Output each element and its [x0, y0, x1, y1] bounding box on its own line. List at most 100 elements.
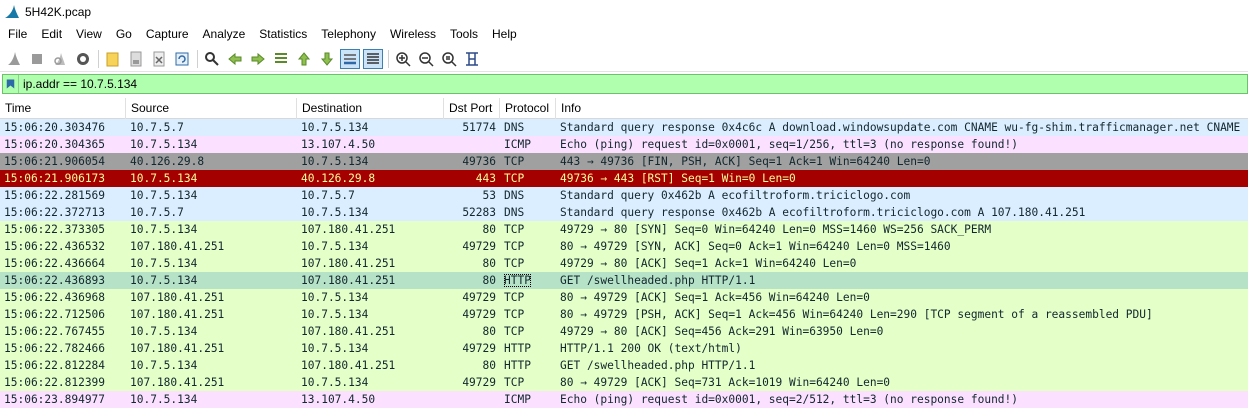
menu-statistics[interactable]: Statistics [252, 24, 314, 45]
packet-info-text: 80 → 49729 [PSH, ACK] Seq=1 Ack=456 Win=… [560, 308, 1153, 321]
packet-row[interactable]: 15:06:21.906054 40.126.29.8 10.7.5.134 4973… [0, 153, 1248, 170]
packet-info: HTTP/1.1 200 OK (text/html) [556, 340, 1248, 357]
zoom-in-icon[interactable] [393, 49, 413, 69]
packet-time-text: 15:06:21.906054 [4, 155, 106, 168]
packet-info-text: Echo (ping) request id=0x0001, seq=1/256… [560, 138, 1019, 151]
packet-dst-port: 80 [444, 255, 500, 272]
packet-row[interactable]: 15:06:20.304365 10.7.5.134 13.107.4.50 ICMP… [0, 136, 1248, 153]
packet-row[interactable]: 15:06:22.373305 10.7.5.134 107.180.41.251 8… [0, 221, 1248, 238]
column-header-info[interactable]: Info [556, 98, 1248, 119]
menu-go[interactable]: Go [109, 24, 139, 45]
column-header-time[interactable]: Time [0, 98, 126, 119]
packet-time: 15:06:22.281569 [0, 187, 126, 204]
display-filter-input[interactable] [23, 75, 1223, 93]
packet-protocol-text: TCP [504, 325, 525, 338]
go-to-packet-icon[interactable] [271, 49, 291, 69]
packet-dst-port-text: 80 [482, 274, 496, 287]
packet-dst-port: 80 [444, 272, 500, 289]
packet-destination: 10.7.5.134 [297, 119, 444, 136]
packet-destination: 107.180.41.251 [297, 272, 444, 289]
packet-row[interactable]: 15:06:22.712506 107.180.41.251 10.7.5.134 4… [0, 306, 1248, 323]
packet-time: 15:06:22.436893 [0, 272, 126, 289]
packet-row[interactable]: 15:06:22.436532 107.180.41.251 10.7.5.134 4… [0, 238, 1248, 255]
packet-time-text: 15:06:22.812399 [4, 376, 106, 389]
packet-row[interactable]: 15:06:22.812399 107.180.41.251 10.7.5.134 4… [0, 374, 1248, 391]
packet-info-text: HTTP/1.1 200 OK (text/html) [560, 342, 742, 355]
packet-dst-port-text: 49729 [462, 342, 496, 355]
packet-time-text: 15:06:22.812284 [4, 359, 106, 372]
menu-tools[interactable]: Tools [443, 24, 485, 45]
go-back-icon[interactable] [225, 49, 245, 69]
packet-dst-port: 49729 [444, 374, 500, 391]
packet-dst-port [444, 136, 500, 153]
find-packet-icon[interactable] [202, 49, 222, 69]
menu-file[interactable]: File [0, 24, 34, 45]
packet-time-text: 15:06:20.303476 [4, 121, 106, 134]
reload-file-icon[interactable] [172, 49, 192, 69]
colorize-icon[interactable] [363, 48, 383, 69]
packet-row[interactable]: 15:06:22.436893 10.7.5.134 107.180.41.251 8… [0, 272, 1248, 289]
column-header-protocol[interactable]: Protocol [500, 98, 556, 119]
packet-row[interactable]: 15:06:23.894977 10.7.5.134 13.107.4.50 ICMP… [0, 391, 1248, 408]
packet-row[interactable]: 15:06:22.812284 10.7.5.134 107.180.41.251 8… [0, 357, 1248, 374]
packet-info-text: Standard query response 0x462b A ecofilt… [560, 206, 1086, 219]
packet-time: 15:06:22.436532 [0, 238, 126, 255]
packet-dst-port-text: 443 [475, 172, 496, 185]
go-forward-icon[interactable] [248, 49, 268, 69]
packet-protocol: DNS [500, 119, 556, 136]
menu-edit[interactable]: Edit [34, 24, 69, 45]
open-file-icon[interactable] [103, 49, 123, 69]
packet-destination: 10.7.5.134 [297, 238, 444, 255]
packet-info: 49736 → 443 [RST] Seq=1 Win=0 Len=0 [556, 170, 1248, 187]
menu-analyze[interactable]: Analyze [196, 24, 253, 45]
packet-dst-port-text: 80 [482, 257, 496, 270]
packet-destination-text: 107.180.41.251 [301, 257, 396, 270]
packet-protocol: TCP [500, 306, 556, 323]
packet-info: 80 → 49729 [SYN, ACK] Seq=0 Ack=1 Win=64… [556, 238, 1248, 255]
column-header-source[interactable]: Source [126, 98, 297, 119]
go-first-icon[interactable] [294, 49, 314, 69]
packet-source: 10.7.5.134 [126, 391, 297, 408]
normal-size-icon[interactable] [439, 49, 459, 69]
packet-row[interactable]: 15:06:22.767455 10.7.5.134 107.180.41.251 8… [0, 323, 1248, 340]
packet-protocol: TCP [500, 289, 556, 306]
column-header-destination[interactable]: Destination [297, 98, 444, 119]
go-last-icon[interactable] [317, 49, 337, 69]
packet-destination: 10.7.5.134 [297, 374, 444, 391]
packet-row[interactable]: 15:06:22.782466 107.180.41.251 10.7.5.134 4… [0, 340, 1248, 357]
packet-info: GET /swellheaded.php HTTP/1.1 [556, 272, 1248, 289]
packet-info-text: GET /swellheaded.php HTTP/1.1 [560, 359, 756, 372]
menu-telephony[interactable]: Telephony [314, 24, 383, 45]
save-file-icon[interactable] [126, 49, 146, 69]
packet-time-text: 15:06:22.372713 [4, 206, 106, 219]
packet-source: 107.180.41.251 [126, 374, 297, 391]
packet-protocol: TCP [500, 170, 556, 187]
packet-dst-port-text: 51774 [462, 121, 496, 134]
autoscroll-icon[interactable] [340, 48, 360, 69]
packet-destination-text: 107.180.41.251 [301, 325, 396, 338]
packet-row[interactable]: 15:06:22.281569 10.7.5.134 10.7.5.7 53 DNS St… [0, 187, 1248, 204]
packet-row[interactable]: 15:06:22.372713 10.7.5.7 10.7.5.134 52283 DN… [0, 204, 1248, 221]
packet-row[interactable]: 15:06:21.906173 10.7.5.134 40.126.29.8 443 T… [0, 170, 1248, 187]
menu-help[interactable]: Help [485, 24, 524, 45]
menu-wireless[interactable]: Wireless [383, 24, 443, 45]
zoom-out-icon[interactable] [416, 49, 436, 69]
packet-dst-port: 80 [444, 221, 500, 238]
packet-info-text: 49729 → 80 [SYN] Seq=0 Win=64240 Len=0 M… [560, 223, 992, 236]
start-capture-icon[interactable] [4, 49, 24, 69]
packet-destination: 13.107.4.50 [297, 136, 444, 153]
restart-capture-icon[interactable] [50, 49, 70, 69]
column-header-dst-port[interactable]: Dst Port [444, 98, 500, 119]
packet-protocol-text: DNS [504, 206, 525, 219]
stop-capture-icon[interactable] [27, 49, 47, 69]
menu-view[interactable]: View [69, 24, 109, 45]
filter-bookmark-icon[interactable] [3, 75, 19, 93]
menu-bar: File Edit View Go Capture Analyze Statis… [0, 24, 1248, 45]
close-file-icon[interactable] [149, 49, 169, 69]
packet-row[interactable]: 15:06:22.436664 10.7.5.134 107.180.41.251 8… [0, 255, 1248, 272]
packet-row[interactable]: 15:06:22.436968 107.180.41.251 10.7.5.134 4… [0, 289, 1248, 306]
resize-columns-icon[interactable] [462, 49, 482, 69]
menu-capture[interactable]: Capture [139, 24, 196, 45]
capture-options-icon[interactable] [73, 49, 93, 69]
packet-row[interactable]: 15:06:20.303476 10.7.5.7 10.7.5.134 51774 DN… [0, 119, 1248, 136]
